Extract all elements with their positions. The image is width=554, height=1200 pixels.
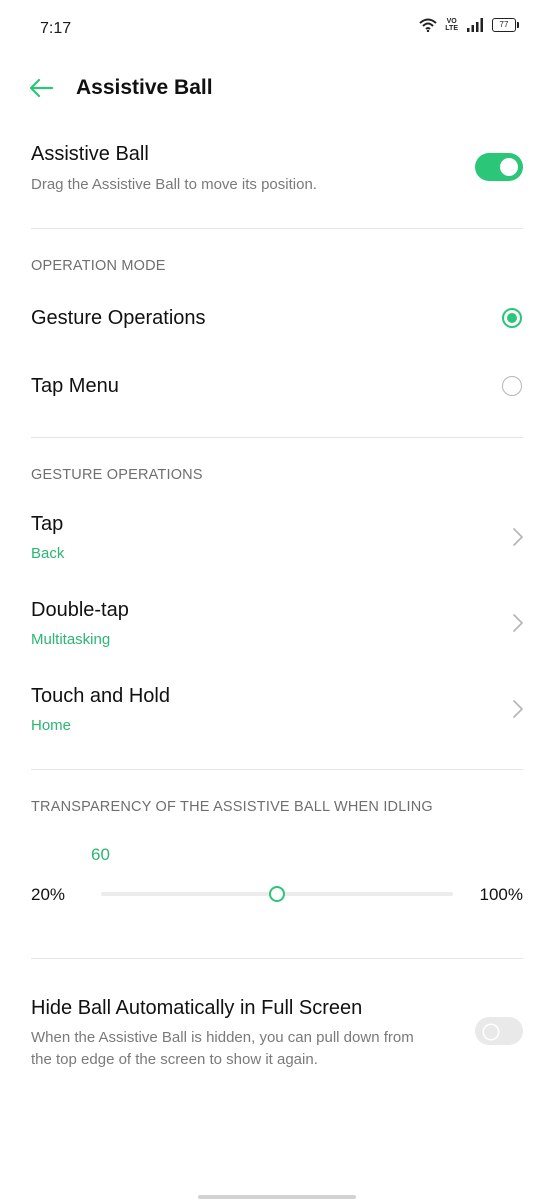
option-label: Tap Menu: [31, 375, 119, 397]
section-header-gesture-operations: GESTURE OPERATIONS: [31, 467, 203, 483]
wifi-icon: [419, 18, 437, 32]
assistive-ball-subtitle: Drag the Assistive Ball to move its posi…: [31, 176, 317, 193]
option-label: Gesture Operations: [31, 307, 206, 329]
divider: [31, 769, 523, 770]
hide-ball-subtitle-line2: the top edge of the screen to show it ag…: [31, 1051, 318, 1068]
signal-icon: [467, 18, 483, 32]
gesture-item-value: Back: [31, 545, 65, 562]
chevron-right-icon: [513, 700, 523, 718]
section-header-transparency: TRANSPARENCY OF THE ASSISTIVE BALL WHEN …: [31, 799, 433, 815]
slider-thumb[interactable]: [269, 886, 285, 902]
toggle-knob: [483, 1024, 499, 1040]
assistive-ball-title: Assistive Ball: [31, 143, 149, 165]
gesture-item-value: Multitasking: [31, 631, 111, 648]
hide-ball-subtitle-line1: When the Assistive Ball is hidden, you c…: [31, 1029, 414, 1046]
status-time: 7:17: [40, 20, 72, 37]
gesture-item-value: Home: [31, 717, 72, 734]
slider-min-label: 20%: [31, 885, 66, 904]
assistive-ball-toggle[interactable]: [475, 153, 523, 181]
status-bar: 7:17 VO LTE 77: [0, 0, 554, 60]
slider-value-label: 60: [91, 845, 110, 864]
page-title: Assistive Ball: [76, 76, 213, 99]
status-icons: VO LTE 77: [419, 18, 519, 32]
divider: [31, 958, 523, 959]
divider: [31, 228, 523, 229]
gesture-item-label: Tap: [31, 513, 64, 535]
divider: [31, 437, 523, 438]
hide-ball-toggle[interactable]: [475, 1017, 523, 1045]
transparency-slider[interactable]: [101, 886, 453, 902]
chevron-right-icon: [513, 528, 523, 546]
section-header-operation-mode: OPERATION MODE: [31, 258, 166, 274]
radio-tap-menu[interactable]: [502, 376, 522, 396]
hide-ball-title: Hide Ball Automatically in Full Screen: [31, 997, 363, 1019]
home-indicator: [198, 1195, 356, 1199]
gesture-item-label: Touch and Hold: [31, 685, 170, 707]
toggle-knob: [500, 158, 518, 176]
chevron-right-icon: [513, 614, 523, 632]
app-bar: Assistive Ball: [0, 60, 554, 116]
gesture-item-label: Double-tap: [31, 599, 129, 621]
back-arrow-icon[interactable]: [28, 76, 54, 100]
radio-gesture-operations[interactable]: [502, 308, 522, 328]
battery-icon: 77: [492, 18, 519, 32]
slider-max-label: 100%: [479, 885, 523, 904]
volte-icon: VO LTE: [445, 18, 458, 32]
